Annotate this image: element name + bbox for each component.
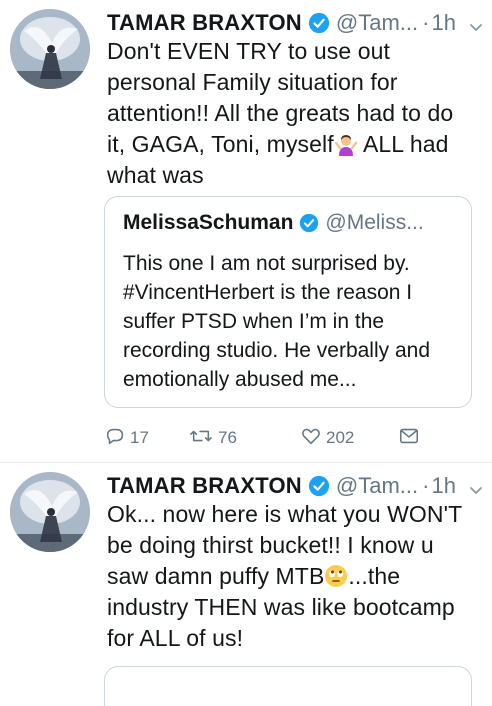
quoted-tweet[interactable]: MelissaSchuman @Meliss... This one I am … xyxy=(104,196,472,408)
author-handle[interactable]: @Tam... xyxy=(336,10,418,36)
tweet-header: TAMAR BRAXTON @Tam... · 1h xyxy=(107,471,482,501)
chevron-down-icon[interactable] xyxy=(468,15,484,31)
author-name[interactable]: TAMAR BRAXTON xyxy=(107,473,302,499)
chevron-down-icon[interactable] xyxy=(468,478,484,494)
tweet[interactable]: TAMAR BRAXTON @Tam... · 1h Ok... now her… xyxy=(0,463,492,706)
direct-message-button[interactable] xyxy=(398,425,424,451)
retweet-button[interactable]: 76 xyxy=(188,425,237,451)
heart-icon xyxy=(300,425,326,452)
author-name[interactable]: TAMAR BRAXTON xyxy=(107,10,302,36)
timestamp[interactable]: 1h xyxy=(431,10,455,36)
separator-dot: · xyxy=(422,473,430,498)
tweet-header: TAMAR BRAXTON @Tam... · 1h xyxy=(107,8,482,38)
tweet-text: Don't EVEN TRY to use out personal Famil… xyxy=(107,36,477,191)
like-button[interactable]: 202 xyxy=(300,425,354,451)
tweet-text-part: Ok... now here is what you WON'T be doin… xyxy=(107,501,462,589)
face-with-rolling-eyes-icon xyxy=(324,564,348,588)
quoted-tweet-header: MelissaSchuman @Meliss... xyxy=(123,211,424,235)
quoted-author-name: MelissaSchuman xyxy=(123,211,294,234)
quoted-tweet[interactable] xyxy=(104,666,472,706)
separator-dot: · xyxy=(422,10,430,35)
tweet[interactable]: TAMAR BRAXTON @Tam... · 1h Don't EVEN TR… xyxy=(0,0,492,462)
quoted-author-handle: @Meliss... xyxy=(325,211,424,234)
like-count: 202 xyxy=(326,428,355,447)
author-handle[interactable]: @Tam... xyxy=(336,473,418,499)
retweet-icon xyxy=(188,425,218,452)
woman-shrugging-icon xyxy=(334,132,358,156)
verified-badge-icon xyxy=(299,213,319,233)
verified-badge-icon xyxy=(308,475,330,497)
tweet-text: Ok... now here is what you WON'T be doin… xyxy=(107,499,477,654)
reply-count: 17 xyxy=(130,428,149,447)
retweet-count: 76 xyxy=(218,428,237,447)
tweet-actions: 17 76 202 xyxy=(104,425,424,451)
avatar[interactable] xyxy=(10,472,90,552)
quoted-tweet-text: This one I am not surprised by. #Vincent… xyxy=(123,252,431,391)
reply-button[interactable]: 17 xyxy=(104,425,149,451)
timestamp[interactable]: 1h xyxy=(431,473,455,499)
envelope-icon xyxy=(398,425,424,452)
avatar[interactable] xyxy=(10,9,90,89)
reply-icon xyxy=(104,425,130,452)
verified-badge-icon xyxy=(308,12,330,34)
